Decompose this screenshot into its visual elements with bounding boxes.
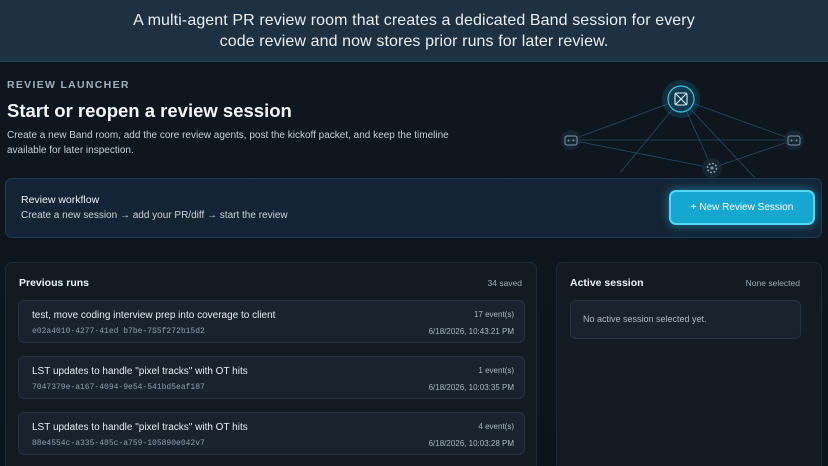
section-eyebrow: REVIEW LAUNCHER <box>7 79 130 91</box>
saved-count: 34 saved <box>487 278 523 288</box>
run-title: test, move coding interview prep into co… <box>32 310 276 321</box>
run-title: LST updates to handle "pixel tracks" wit… <box>32 422 248 433</box>
review-launcher: REVIEW LAUNCHER Start or reopen a review… <box>0 63 828 466</box>
active-session-status: None selected <box>745 278 800 288</box>
run-id: e02a4010-4277-41ed b7be-7S5f272b15d2 <box>32 327 205 336</box>
agent-network-graphic <box>561 80 804 179</box>
run-id: 88e4554c-a335-485c-a759-105890e042v7 <box>32 439 205 448</box>
run-item[interactable]: LST updates to handle "pixel tracks" wit… <box>18 412 525 455</box>
review-workflow-card: Review workflow Create a new session → a… <box>5 178 822 238</box>
workflow-steps: Create a new session → add your PR/diff … <box>21 210 288 221</box>
agent-hub-icon <box>662 80 700 118</box>
robot-icon <box>784 130 804 150</box>
page-title: Start or reopen a review session <box>7 100 292 121</box>
run-item[interactable]: LST updates to handle "pixel tracks" wit… <box>18 356 525 399</box>
run-timestamp: 6/18/2026, 10:43:21 PM <box>428 327 514 336</box>
empty-session-card: No active session selected yet. <box>570 300 801 339</box>
run-event-count: 17 event(s) <box>473 310 514 319</box>
run-event-count: 4 event(s) <box>478 422 514 431</box>
previous-runs-title: Previous runs <box>19 277 90 289</box>
run-timestamp: 6/18/2026, 10:03:35 PM <box>428 383 514 392</box>
banner-text: A multi-agent PR review room that create… <box>133 11 695 50</box>
previous-runs-panel: Previous runs 34 saved test, move coding… <box>5 262 537 466</box>
gear-icon <box>702 158 722 178</box>
run-event-count: 1 event(s) <box>478 366 514 375</box>
top-banner: A multi-agent PR review room that create… <box>0 0 828 62</box>
new-review-session-button[interactable]: + New Review Session <box>669 190 815 225</box>
run-timestamp: 6/18/2026, 10:03:28 PM <box>428 439 514 448</box>
empty-session-message: No active session selected yet. <box>583 314 707 324</box>
launcher-description: Create a new Band room, add the core rev… <box>7 130 449 156</box>
workflow-title: Review workflow <box>21 194 100 206</box>
active-session-panel: Active session None selected No active s… <box>556 262 822 466</box>
active-session-title: Active session <box>570 277 644 289</box>
run-id: 7047379e-a167-4094-9e54-541bd5eaf187 <box>32 383 205 392</box>
run-title: LST updates to handle "pixel tracks" wit… <box>32 366 248 377</box>
robot-icon <box>561 130 581 150</box>
run-item[interactable]: test, move coding interview prep into co… <box>18 300 525 343</box>
